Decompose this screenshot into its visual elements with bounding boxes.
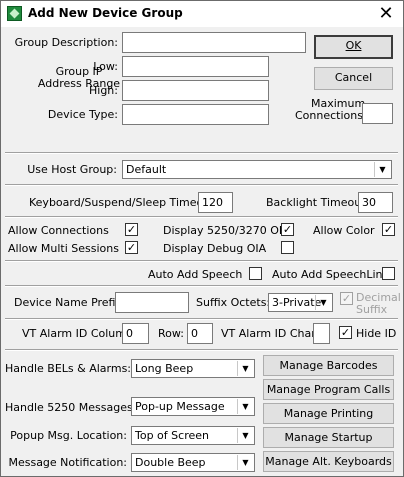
device-type-field[interactable] — [122, 104, 269, 125]
manage-barcodes-button[interactable]: Manage Barcodes — [263, 355, 394, 376]
auto-add-speech-checkbox[interactable] — [249, 267, 262, 280]
vt-alarm-row-field[interactable]: 0 — [187, 323, 213, 344]
max-connections-label-2: Connections: — [295, 109, 367, 122]
chevron-down-icon: ▼ — [374, 162, 390, 177]
allow-connections-label: Allow Connections — [8, 224, 109, 237]
hide-id-checkbox[interactable]: ✓ — [339, 326, 352, 339]
vt-alarm-char-field[interactable] — [313, 323, 330, 344]
manage-alt-keyboards-button[interactable]: Manage Alt. Keyboards — [263, 451, 394, 472]
chevron-down-icon: ▼ — [237, 399, 253, 414]
separator — [5, 285, 398, 287]
device-type-label: Device Type: — [47, 108, 118, 121]
vt-alarm-row-label: Row: — [158, 327, 184, 340]
ip-low-field[interactable] — [122, 56, 269, 77]
manage-program-calls-button[interactable]: Manage Program Calls — [263, 379, 394, 400]
chevron-down-icon: ▼ — [315, 295, 331, 310]
separator — [5, 260, 398, 262]
message-notification-label: Message Notification: — [8, 456, 127, 469]
cancel-label: Cancel — [334, 71, 373, 84]
chevron-down-icon: ▼ — [237, 428, 253, 443]
ok-label: OK — [345, 39, 362, 52]
allow-color-checkbox[interactable]: ✓ — [382, 223, 395, 236]
chevron-down-icon: ▼ — [237, 455, 253, 470]
decimal-suffix-label-2: Suffix — [356, 303, 388, 316]
display-oia-label: Display 5250/3270 OIA — [163, 224, 290, 237]
message-notification-select[interactable]: Double Beep ▼ — [131, 453, 255, 472]
manage-printing-button[interactable]: Manage Printing — [263, 403, 394, 424]
allow-color-label: Allow Color — [313, 224, 375, 237]
separator — [5, 318, 398, 320]
popup-location-label: Popup Msg. Location: — [10, 429, 127, 442]
hide-id-label: Hide ID — [356, 327, 397, 340]
handle-bels-value: Long Beep — [135, 362, 194, 375]
display-debug-oia-label: Display Debug OIA — [163, 242, 267, 255]
allow-multi-sessions-checkbox[interactable]: ✓ — [125, 241, 138, 254]
window-title: Add New Device Group — [28, 6, 183, 20]
host-group-select[interactable]: Default ▼ — [122, 160, 392, 179]
separator — [5, 216, 398, 218]
vt-alarm-column-label: VT Alarm ID Column: — [22, 327, 137, 340]
display-debug-oia-checkbox[interactable] — [281, 241, 294, 254]
keyboard-timeout-field[interactable]: 120 — [198, 192, 233, 213]
handle-messages-value: Pop-up Message — [135, 400, 225, 413]
max-connections-field[interactable] — [362, 103, 393, 124]
host-group-label: Use Host Group: — [27, 163, 117, 176]
handle-messages-label: Handle 5250 Messages: — [5, 401, 137, 414]
ip-low-label: Low: — [93, 60, 118, 73]
allow-connections-checkbox[interactable]: ✓ — [125, 223, 138, 236]
separator — [5, 152, 398, 154]
group-description-label: Group Description: — [14, 36, 118, 49]
display-oia-checkbox[interactable]: ✓ — [281, 223, 294, 236]
ip-high-field[interactable] — [122, 80, 269, 101]
device-name-prefix-field[interactable] — [115, 292, 189, 313]
manage-startup-scripts-button[interactable]: Manage Startup Scripts — [263, 427, 394, 464]
device-name-prefix-label: Device Name Prefix: — [14, 296, 126, 309]
popup-location-select[interactable]: Top of Screen ▼ — [131, 426, 255, 445]
close-icon[interactable]: ✕ — [373, 3, 399, 25]
backlight-timeout-label: Backlight Timeout: — [266, 196, 370, 209]
cancel-button[interactable]: Cancel — [314, 67, 393, 90]
suffix-octets-select[interactable]: 3-Private ▼ — [268, 293, 333, 312]
keyboard-timeout-label: Keyboard/Suspend/Sleep Timeout: — [29, 196, 219, 209]
suffix-octets-value: 3-Private — [272, 296, 322, 309]
handle-messages-select[interactable]: Pop-up Message ▼ — [131, 397, 255, 416]
vt-alarm-column-field[interactable]: 0 — [122, 323, 149, 344]
ip-high-label: High: — [89, 84, 118, 97]
chevron-down-icon: ▼ — [237, 361, 253, 376]
handle-bels-select[interactable]: Long Beep ▼ — [131, 359, 255, 378]
suffix-octets-label: Suffix Octets: — [196, 296, 271, 309]
title-bar: Add New Device Group ✕ — [1, 1, 403, 27]
app-icon — [7, 6, 22, 21]
backlight-timeout-field[interactable]: 30 — [358, 192, 393, 213]
separator — [5, 349, 398, 351]
auto-add-speechlink-label: Auto Add SpeechLink — [272, 268, 389, 281]
separator — [5, 184, 398, 186]
message-notification-value: Double Beep — [135, 456, 206, 469]
vt-alarm-char-label: VT Alarm ID Char: — [221, 327, 320, 340]
popup-location-value: Top of Screen — [135, 429, 209, 442]
handle-bels-label: Handle BELs & Alarms: — [5, 362, 132, 375]
auto-add-speech-label: Auto Add Speech — [148, 268, 243, 281]
ok-button[interactable]: OK — [314, 35, 393, 59]
decimal-suffix-checkbox[interactable]: ✓ — [340, 292, 353, 305]
auto-add-speechlink-checkbox[interactable] — [382, 267, 395, 280]
dialog-window: Add New Device Group ✕ Group Description… — [0, 0, 404, 477]
group-description-field[interactable] — [122, 32, 306, 53]
allow-multi-sessions-label: Allow Multi Sessions — [8, 242, 119, 255]
host-group-value: Default — [126, 163, 167, 176]
